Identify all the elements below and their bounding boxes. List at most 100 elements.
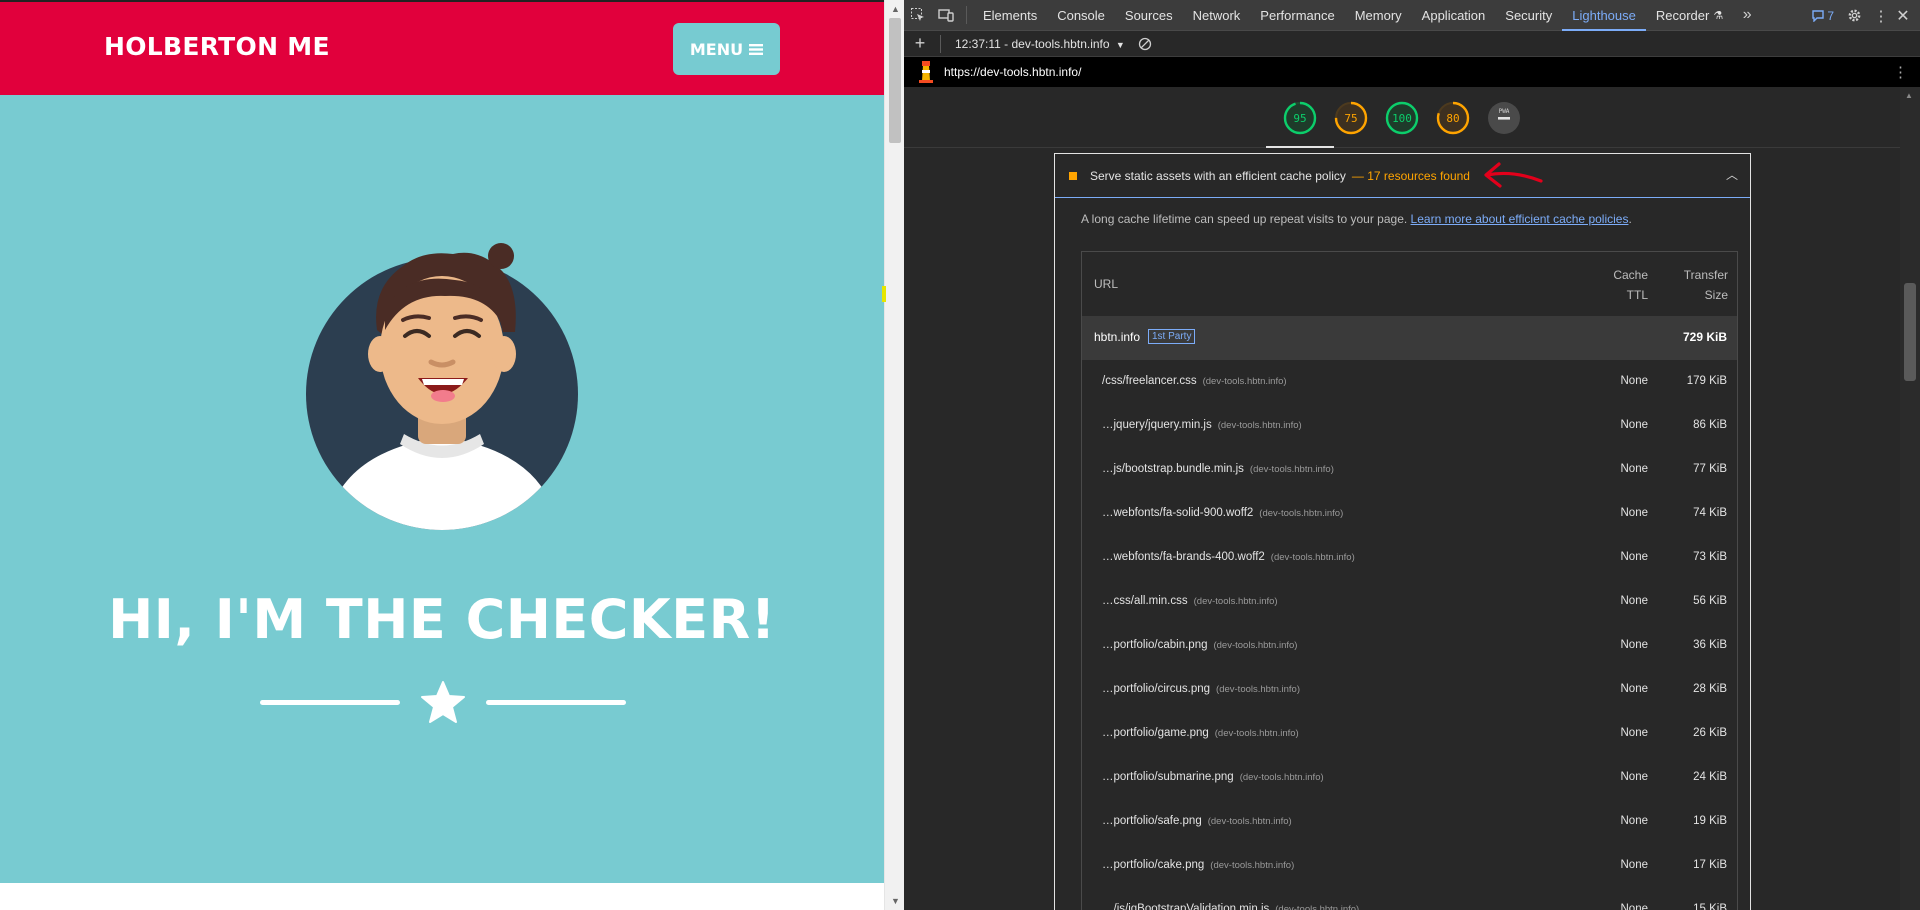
report-scrollbar[interactable]: ▲	[1900, 87, 1920, 910]
new-report-plus-icon[interactable]: +	[906, 28, 934, 59]
table-row[interactable]: /css/freelancer.css (dev-tools.hbtn.info)…	[1082, 360, 1737, 404]
resource-url[interactable]: …webfonts/fa-solid-900.woff2 (dev-tools.h…	[1102, 507, 1343, 519]
resource-transfer-size: 26 KiB	[1693, 727, 1727, 739]
learn-more-link[interactable]: Learn more about efficient cache policie…	[1411, 212, 1629, 226]
gauge-pwa[interactable]: PWA	[1487, 101, 1521, 135]
tab-security[interactable]: Security	[1495, 0, 1562, 31]
report-select[interactable]: 12:37:11 - dev-tools.hbtn.info ▼	[955, 37, 1125, 51]
device-toolbar-icon[interactable]	[932, 0, 960, 31]
table-row[interactable]: …webfonts/fa-solid-900.woff2 (dev-tools.h…	[1082, 492, 1737, 536]
table-row[interactable]: …portfolio/cabin.png (dev-tools.hbtn.info…	[1082, 624, 1737, 668]
tab-sources[interactable]: Sources	[1115, 0, 1183, 31]
resource-cache-ttl: None	[1620, 507, 1649, 519]
table-row[interactable]: …js/bootstrap.bundle.min.js (dev-tools.hb…	[1082, 448, 1737, 492]
resource-cache-ttl: None	[1620, 815, 1649, 827]
resource-cache-ttl: None	[1620, 771, 1649, 783]
website-scrollbar[interactable]: ▲ ▼	[884, 0, 904, 910]
resource-url[interactable]: …portfolio/cake.png (dev-tools.hbtn.info)	[1102, 859, 1294, 871]
gauge-accessibility[interactable]: 75	[1334, 101, 1368, 135]
table-row[interactable]: …portfolio/submarine.png (dev-tools.hbtn.…	[1082, 756, 1737, 800]
resource-cache-ttl: None	[1620, 463, 1649, 475]
table-row[interactable]: …webfonts/fa-brands-400.woff2 (dev-tools.…	[1082, 536, 1737, 580]
menu-button[interactable]: MENU	[673, 23, 780, 75]
resource-transfer-size: 86 KiB	[1693, 419, 1727, 431]
resource-path: …portfolio/game.png	[1102, 727, 1209, 739]
tab-application[interactable]: Application	[1412, 0, 1496, 31]
website-viewport: HOLBERTON ME MENU HI, I'M THE CHECKER!	[0, 0, 884, 910]
resource-path: …webfonts/fa-brands-400.woff2	[1102, 551, 1265, 563]
issues-icon	[1812, 9, 1825, 22]
table-row[interactable]: …portfolio/game.png (dev-tools.hbtn.info)…	[1082, 712, 1737, 756]
resource-url[interactable]: …/js/jqBootstrapValidation.min.js (dev-to…	[1102, 903, 1359, 910]
more-tabs-icon[interactable]: »	[1733, 0, 1761, 31]
resource-path: …portfolio/safe.png	[1102, 815, 1202, 827]
table-row[interactable]: …jquery/jquery.min.js (dev-tools.hbtn.inf…	[1082, 404, 1737, 448]
tab-performance[interactable]: Performance	[1250, 0, 1344, 31]
devtools-tabbar: Elements Console Sources Network Perform…	[904, 0, 1920, 31]
tab-memory[interactable]: Memory	[1345, 0, 1412, 31]
table-header: URL Cache TTL Transfer Size	[1082, 252, 1737, 316]
lighthouse-toolbar: + 12:37:11 - dev-tools.hbtn.info ▼	[904, 31, 1920, 57]
gauge-performance[interactable]: 95	[1266, 101, 1334, 148]
tab-recorder[interactable]: Recorder ⚗	[1646, 0, 1733, 31]
table-row[interactable]: …portfolio/cake.png (dev-tools.hbtn.info)…	[1082, 844, 1737, 888]
tab-console[interactable]: Console	[1047, 0, 1115, 31]
report-select-value: 12:37:11 - dev-tools.hbtn.info	[955, 36, 1110, 51]
resource-url[interactable]: …portfolio/submarine.png (dev-tools.hbtn.…	[1102, 771, 1324, 783]
report-menu-icon[interactable]: ⋮	[1893, 63, 1908, 81]
website-scroll-thumb[interactable]	[889, 18, 901, 143]
inspect-element-icon[interactable]	[904, 0, 932, 31]
clear-reports-icon[interactable]	[1131, 28, 1159, 59]
split-resize-handle[interactable]	[882, 286, 886, 302]
kebab-menu-icon[interactable]: ⋮	[1874, 0, 1889, 31]
resource-url[interactable]: /css/freelancer.css (dev-tools.hbtn.info)	[1102, 375, 1287, 387]
resource-url[interactable]: …portfolio/cabin.png (dev-tools.hbtn.info…	[1102, 639, 1297, 651]
site-brand-link[interactable]: HOLBERTON ME	[104, 32, 330, 61]
audit-description: A long cache lifetime can speed up repea…	[1081, 212, 1632, 226]
close-icon[interactable]: ✕	[1894, 0, 1912, 31]
resource-url[interactable]: …portfolio/safe.png (dev-tools.hbtn.info)	[1102, 815, 1292, 827]
tab-recorder-label: Recorder	[1655, 7, 1710, 23]
resource-url[interactable]: …portfolio/circus.png (dev-tools.hbtn.inf…	[1102, 683, 1300, 695]
resource-url[interactable]: …css/all.min.css (dev-tools.hbtn.info)	[1102, 595, 1278, 607]
resource-transfer-size: 24 KiB	[1693, 771, 1727, 783]
table-row[interactable]: …/js/jqBootstrapValidation.min.js (dev-to…	[1082, 888, 1737, 910]
resource-cache-ttl: None	[1620, 375, 1649, 387]
divider-line-right	[486, 700, 626, 705]
resource-path: …portfolio/submarine.png	[1102, 771, 1234, 783]
report-scroll-thumb[interactable]	[1904, 283, 1916, 381]
tab-elements[interactable]: Elements	[973, 0, 1047, 31]
tab-lighthouse[interactable]: Lighthouse	[1562, 0, 1646, 31]
table-row[interactable]: …portfolio/circus.png (dev-tools.hbtn.inf…	[1082, 668, 1737, 712]
resource-url[interactable]: …jquery/jquery.min.js (dev-tools.hbtn.inf…	[1102, 419, 1302, 431]
gauge-seo[interactable]: 80	[1436, 101, 1470, 135]
audit-title: Serve static assets with an efficient ca…	[1090, 168, 1346, 183]
gauge-best-practices[interactable]: 100	[1385, 101, 1419, 135]
chevron-down-icon: ▼	[1115, 39, 1125, 50]
col-header-cache-ttl: Cache TTL	[1582, 265, 1648, 305]
red-annotation-arrow-icon	[1484, 162, 1543, 188]
resource-host: (dev-tools.hbtn.info)	[1216, 684, 1300, 695]
report-url-bar: https://dev-tools.hbtn.info/ ⋮	[904, 57, 1920, 87]
gauge-score: 75	[1344, 111, 1358, 125]
first-party-badge: 1st Party	[1148, 329, 1196, 344]
report-page-url[interactable]: https://dev-tools.hbtn.info/	[944, 65, 1081, 79]
table-row[interactable]: …css/all.min.css (dev-tools.hbtn.info) Non…	[1082, 580, 1737, 624]
toolbar-divider	[966, 6, 967, 24]
resource-url[interactable]: …js/bootstrap.bundle.min.js (dev-tools.hb…	[1102, 463, 1334, 475]
table-row[interactable]: …portfolio/safe.png (dev-tools.hbtn.info)…	[1082, 800, 1737, 844]
resource-url[interactable]: …webfonts/fa-brands-400.woff2 (dev-tools.…	[1102, 551, 1355, 563]
resource-transfer-size: 36 KiB	[1693, 639, 1727, 651]
issues-counter[interactable]: 7	[1812, 9, 1834, 23]
chevron-up-icon[interactable]: ︿	[1726, 166, 1738, 183]
audit-header[interactable]: Serve static assets with an efficient ca…	[1055, 154, 1750, 198]
tab-network[interactable]: Network	[1183, 0, 1251, 31]
resource-url[interactable]: …portfolio/game.png (dev-tools.hbtn.info)	[1102, 727, 1299, 739]
resource-host: (dev-tools.hbtn.info)	[1213, 640, 1298, 651]
scroll-down-arrow-icon[interactable]: ▼	[891, 896, 900, 906]
scroll-up-arrow-icon[interactable]: ▲	[891, 4, 900, 14]
scroll-up-arrow-icon[interactable]: ▲	[1905, 91, 1913, 100]
period: .	[1628, 212, 1632, 226]
entity-name: hbtn.info	[1094, 330, 1141, 344]
settings-gear-icon[interactable]	[1840, 0, 1868, 31]
